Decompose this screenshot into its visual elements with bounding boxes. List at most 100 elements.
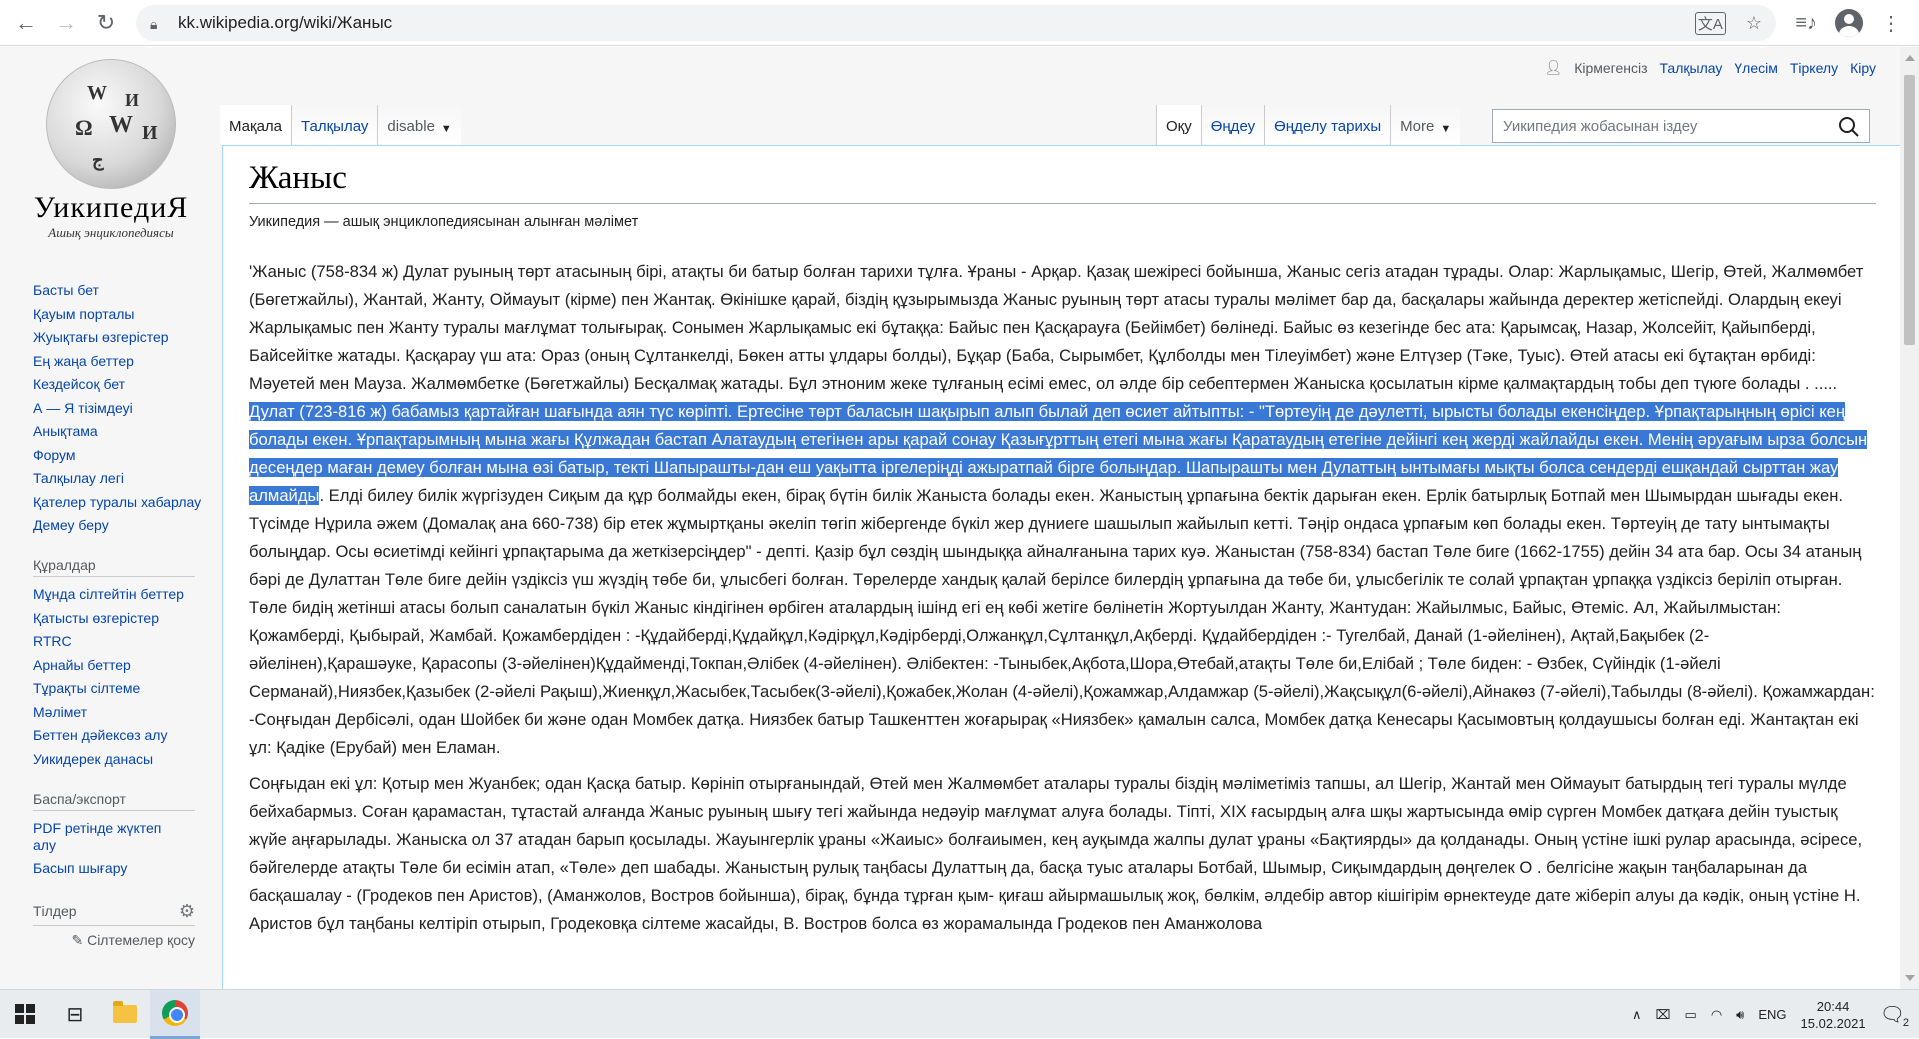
- network-icon[interactable]: ⌧: [1656, 1007, 1671, 1023]
- arrow-right-icon: →: [55, 9, 77, 35]
- url-text: kk.wikipedia.org/wiki/Жаныс: [178, 13, 393, 32]
- logo-tagline: Ашық энциклопедиясы: [48, 225, 174, 240]
- chevron-down-icon: ▼: [440, 123, 452, 135]
- sidebar-item-special-pages[interactable]: Арнайы беттер: [33, 654, 203, 678]
- scroll-up-icon[interactable]: [1905, 55, 1915, 61]
- site-subtitle: Уикипедия — ашық энциклопедиясынан алынғ…: [249, 214, 639, 230]
- clock[interactable]: 20:44 15.02.2021: [1801, 998, 1866, 1032]
- article-body: 'Жаныс (758-834 ж) Дулат руының төрт ата…: [249, 258, 1876, 938]
- sidebar-item-community-portal[interactable]: Қауым порталы: [33, 303, 203, 327]
- user-icon: 👤︎: [1544, 59, 1563, 75]
- paragraph-1-text-b: . Елді билеу билік жүргізуден Сиқым да қ…: [249, 486, 1875, 757]
- tab-read[interactable]: Оқу: [1156, 105, 1202, 145]
- menu-dots-icon[interactable]: ⋮: [1881, 11, 1901, 36]
- back-button[interactable]: ←: [6, 3, 46, 43]
- variant-dropdown[interactable]: disable ▼: [378, 105, 461, 145]
- paragraph-1-text-a: 'Жаныс (758-834 ж) Дулат руының төрт ата…: [249, 262, 1864, 393]
- start-button[interactable]: [0, 990, 50, 1039]
- print-export-heading: Баспа/экспорт: [33, 791, 195, 811]
- notifications-button[interactable]: 🗨︎ 2: [1879, 1002, 1909, 1029]
- wifi-icon[interactable]: ◠: [1711, 1007, 1722, 1023]
- personal-talk-link[interactable]: Талқылау: [1660, 60, 1723, 76]
- wikipedia-globe-icon: W И Ω W И ج: [46, 59, 176, 189]
- tab-article[interactable]: Мақала: [220, 105, 293, 145]
- arrow-left-icon: ←: [15, 9, 37, 35]
- search-icon[interactable]: [1837, 115, 1861, 139]
- logo-wordmark: УикипедиЯ: [33, 191, 189, 224]
- chrome-icon: [162, 999, 188, 1026]
- clock-date: 15.02.2021: [1800, 1015, 1866, 1031]
- translate-icon[interactable]: 文A: [1694, 11, 1726, 35]
- chrome-taskbar-button[interactable]: [150, 989, 200, 1039]
- scroll-down-icon[interactable]: [1905, 975, 1915, 981]
- sidebar-item-help[interactable]: Анықтама: [33, 420, 203, 444]
- windows-logo-icon: [15, 1004, 35, 1024]
- namespace-tabs: Мақала Талқылау disable ▼: [220, 105, 461, 145]
- gear-icon[interactable]: ⚙: [179, 901, 195, 922]
- sidebar-item-download-pdf[interactable]: PDF ретінде жүктеп алу: [33, 817, 173, 857]
- reload-icon: ↻: [96, 9, 116, 35]
- search-input[interactable]: Уикипедия жобасынан іздеу: [1492, 109, 1870, 143]
- chevron-up-icon[interactable]: ∧: [1632, 1007, 1642, 1023]
- tab-talk[interactable]: Талқылау: [292, 105, 379, 145]
- notification-count: 2: [1902, 1017, 1909, 1029]
- chevron-down-icon: ▼: [1440, 123, 1452, 135]
- media-control-icon[interactable]: ≡♪: [1795, 12, 1817, 35]
- more-label: More: [1400, 118, 1435, 135]
- scrollbar-thumb[interactable]: [1904, 75, 1915, 345]
- task-view-icon: ⊟: [66, 1003, 84, 1026]
- page-scrollbar[interactable]: [1900, 47, 1919, 989]
- tab-history[interactable]: Өңделу тарихы: [1265, 105, 1392, 145]
- create-account-link[interactable]: Тіркелу: [1790, 60, 1838, 76]
- wiki-page: W И Ω W И ج УикипедиЯ Ашық энциклопедияс…: [0, 47, 1900, 989]
- personal-contributions-link[interactable]: Үлесім: [1734, 60, 1777, 76]
- file-explorer-button[interactable]: [100, 990, 150, 1039]
- sidebar-item-a-z-index[interactable]: А — Я тізімдеуі: [33, 397, 203, 421]
- sidebar-navigation: Басты бет Қауым порталы Жуықтағы өзгеріс…: [33, 279, 203, 537]
- page-title: Жаныс: [249, 160, 1876, 204]
- battery-icon[interactable]: ▭: [1685, 1007, 1697, 1023]
- wikipedia-logo[interactable]: W И Ω W И ج УикипедиЯ Ашық энциклопедияс…: [26, 59, 196, 240]
- variant-label: disable: [387, 118, 435, 135]
- notification-icon: 🗨︎: [1879, 1004, 1905, 1026]
- sidebar-item-random-page[interactable]: Кездейсоқ бет: [33, 373, 203, 397]
- lock-icon: 🔒︎: [150, 16, 158, 32]
- article-content: Жаныс Уикипедия — ашық энциклопедиясынан…: [222, 145, 1900, 989]
- sidebar-item-page-info[interactable]: Мәлімет: [33, 701, 203, 725]
- login-link[interactable]: Кіру: [1850, 60, 1876, 76]
- sidebar-tools: Мұнда сілтейтін беттер Қатысты өзгерісте…: [33, 583, 203, 771]
- sidebar: Басты бет Қауым порталы Жуықтағы өзгеріс…: [33, 279, 203, 949]
- forward-button[interactable]: →: [46, 3, 86, 43]
- sidebar-item-donate[interactable]: Демеу беру: [33, 514, 203, 538]
- bookmark-star-icon[interactable]: ☆: [1746, 13, 1762, 34]
- system-tray: ∧ ⌧ ▭ ◠ 🔊︎ ENG 20:44 15.02.2021 🗨︎ 2: [1632, 990, 1919, 1039]
- sidebar-item-forum[interactable]: Форум: [33, 444, 203, 468]
- sidebar-item-what-links-here[interactable]: Мұнда сілтейтін беттер: [33, 583, 203, 607]
- not-logged-in-text: Кірмегенсіз: [1574, 59, 1648, 76]
- sidebar-item-new-pages[interactable]: Ең жаңа беттер: [33, 350, 203, 374]
- sidebar-item-main-page[interactable]: Басты бет: [33, 279, 203, 303]
- sidebar-item-permanent-link[interactable]: Тұрақты сілтеме: [33, 677, 203, 701]
- profile-avatar-icon[interactable]: [1835, 9, 1863, 37]
- tools-heading: Құралдар: [33, 557, 195, 577]
- tab-edit[interactable]: Өңдеу: [1201, 105, 1266, 145]
- sidebar-item-report-errors[interactable]: Қателер туралы хабарлау: [33, 491, 203, 514]
- sidebar-item-discussion-feed[interactable]: Талқылау легі: [33, 467, 203, 491]
- sidebar-item-cite-page[interactable]: Беттен дәйексөз алу: [33, 724, 203, 748]
- languages-heading-row: Тілдер ⚙: [33, 901, 195, 926]
- reload-button[interactable]: ↻: [86, 3, 126, 43]
- volume-icon[interactable]: 🔊︎: [1736, 1007, 1744, 1023]
- address-bar[interactable]: 🔒︎ kk.wikipedia.org/wiki/Жаныс 文A ☆: [136, 5, 1776, 41]
- paragraph-2: Соңғыдан екі ұл: Қотыр мен Жуанбек; одан…: [249, 774, 1863, 933]
- sidebar-item-related-changes[interactable]: Қатысты өзгерістер: [33, 607, 203, 631]
- sidebar-item-rtrc[interactable]: RTRC: [33, 630, 203, 654]
- folder-icon: [113, 1001, 137, 1023]
- sidebar-item-wikidata-item[interactable]: Уикидерек данасы: [33, 748, 203, 772]
- add-links-button[interactable]: ✎ Сілтемелер қосу: [33, 932, 195, 949]
- windows-taskbar: ⊟ ∧ ⌧ ▭ ◠ 🔊︎ ENG 20:44 15.02.2021 🗨︎ 2: [0, 989, 1919, 1039]
- more-dropdown[interactable]: More ▼: [1391, 105, 1461, 145]
- sidebar-item-recent-changes[interactable]: Жуықтағы өзгерістер: [33, 326, 203, 350]
- input-language[interactable]: ENG: [1758, 1007, 1786, 1022]
- sidebar-item-print[interactable]: Басып шығару: [33, 857, 203, 881]
- task-view-button[interactable]: ⊟: [50, 990, 100, 1039]
